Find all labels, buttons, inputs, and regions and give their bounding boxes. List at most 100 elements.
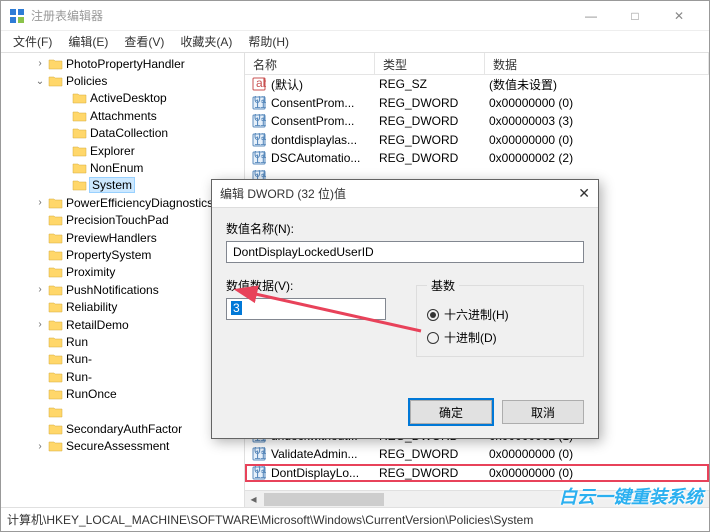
expand-icon[interactable]: › (33, 197, 47, 208)
col-type[interactable]: 类型 (375, 53, 485, 74)
col-name[interactable]: 名称 (245, 53, 375, 74)
svg-text:110: 110 (254, 134, 266, 147)
tree-label: RetailDemo (66, 318, 129, 332)
tree-label: Run (66, 335, 88, 349)
expand-icon[interactable]: ⌄ (33, 76, 47, 87)
folder-icon (47, 266, 63, 279)
radio-hex[interactable]: 十六进制(H) (427, 306, 573, 323)
tree-item[interactable]: Run- (1, 368, 244, 385)
col-data[interactable]: 数据 (485, 53, 709, 74)
svg-text:110: 110 (254, 448, 266, 461)
tree-label: PhotoPropertyHandler (66, 57, 185, 71)
tree-label: Attachments (90, 109, 157, 123)
tree-label: PowerEfficiencyDiagnostics (66, 196, 213, 210)
base-fieldset: 基数 十六进制(H) 十进制(D) (416, 277, 584, 357)
window-title: 注册表编辑器 (31, 7, 569, 24)
tree-item[interactable]: RunOnce (1, 385, 244, 402)
folder-icon (47, 248, 63, 261)
menu-favorites[interactable]: 收藏夹(A) (174, 31, 238, 52)
value-data: 0x00000002 (2) (489, 151, 709, 165)
tree-item[interactable]: ActiveDesktop (1, 90, 244, 107)
tree-label: Run- (66, 370, 92, 384)
value-data-input[interactable]: 3 (226, 298, 386, 320)
expand-icon[interactable]: › (33, 284, 47, 295)
ok-button[interactable]: 确定 (410, 400, 492, 424)
tree-item[interactable]: › RetailDemo (1, 316, 244, 333)
tree-label: PushNotifications (66, 283, 159, 297)
menu-edit[interactable]: 编辑(E) (62, 31, 114, 52)
tree-item[interactable]: PropertySystem (1, 246, 244, 263)
menu-bar: 文件(F) 编辑(E) 查看(V) 收藏夹(A) 帮助(H) (1, 31, 709, 53)
tree-label: SecureAssessment (66, 439, 169, 453)
folder-icon (47, 57, 63, 70)
tree-item[interactable]: PrecisionTouchPad (1, 212, 244, 229)
minimize-button[interactable]: — (569, 2, 613, 30)
tree-label: SecondaryAuthFactor (66, 422, 182, 436)
svg-text:ab: ab (256, 77, 266, 90)
tree-item[interactable]: DataCollection (1, 125, 244, 142)
menu-help[interactable]: 帮助(H) (242, 31, 295, 52)
list-row[interactable]: 011110DontDisplayLo...REG_DWORD0x0000000… (245, 464, 709, 483)
scroll-thumb[interactable] (264, 493, 384, 506)
tree-item[interactable]: › PhotoPropertyHandler (1, 55, 244, 72)
svg-text:110: 110 (254, 97, 266, 110)
tree-item[interactable]: PreviewHandlers (1, 229, 244, 246)
folder-icon (47, 214, 63, 227)
value-data: 0x00000000 (0) (489, 96, 709, 110)
expand-icon[interactable]: › (33, 319, 47, 330)
value-name: ConsentProm... (269, 96, 379, 110)
folder-icon (47, 75, 63, 88)
list-row[interactable]: 011110ConsentProm...REG_DWORD0x00000000 … (245, 94, 709, 113)
list-row[interactable]: 011110DSCAutomatio...REG_DWORD0x00000002… (245, 149, 709, 168)
tree-item[interactable]: › SecureAssessment (1, 438, 244, 455)
tree-label: PreviewHandlers (66, 231, 157, 245)
close-button[interactable]: ✕ (657, 2, 701, 30)
value-type: REG_DWORD (379, 466, 489, 480)
radio-icon (427, 309, 439, 321)
maximize-button[interactable]: □ (613, 2, 657, 30)
menu-file[interactable]: 文件(F) (7, 31, 58, 52)
tree-label: Policies (66, 74, 107, 88)
list-row[interactable]: 011110ConsentProm...REG_DWORD0x00000003 … (245, 112, 709, 131)
folder-icon (71, 162, 87, 175)
tree-item[interactable]: Proximity (1, 264, 244, 281)
value-name: dontdisplaylas... (269, 133, 379, 147)
list-row[interactable]: 011110ValidateAdmin...REG_DWORD0x0000000… (245, 445, 709, 464)
value-name-input[interactable] (226, 241, 584, 263)
tree-item[interactable] (1, 403, 244, 420)
folder-icon (47, 422, 63, 435)
binary-icon: 011110 (249, 133, 269, 147)
dialog-close-button[interactable]: ✕ (560, 185, 590, 202)
edit-dword-dialog: 编辑 DWORD (32 位)值 ✕ 数值名称(N): 数值数据(V): 3 基… (211, 179, 599, 439)
tree-item[interactable]: SecondaryAuthFactor (1, 420, 244, 437)
tree-item[interactable]: System (1, 177, 244, 194)
binary-icon: 011110 (249, 151, 269, 165)
list-row[interactable]: ab(默认)REG_SZ(数值未设置) (245, 75, 709, 94)
title-bar: 注册表编辑器 — □ ✕ (1, 1, 709, 31)
base-label: 基数 (427, 277, 459, 294)
tree-item[interactable]: Run (1, 333, 244, 350)
value-type: REG_SZ (379, 77, 489, 91)
expand-icon[interactable]: › (33, 58, 47, 69)
tree-item[interactable]: Run- (1, 351, 244, 368)
registry-tree[interactable]: › PhotoPropertyHandler ⌄ Policies ActiveDesk… (1, 53, 245, 507)
tree-item[interactable]: Explorer (1, 142, 244, 159)
radio-dec[interactable]: 十进制(D) (427, 329, 573, 346)
folder-icon (47, 301, 63, 314)
folder-icon (47, 440, 63, 453)
dialog-title-bar[interactable]: 编辑 DWORD (32 位)值 ✕ (212, 180, 598, 208)
tree-item[interactable]: › PowerEfficiencyDiagnostics (1, 194, 244, 211)
folder-icon (47, 370, 63, 383)
list-row[interactable]: 011110dontdisplaylas...REG_DWORD0x000000… (245, 131, 709, 150)
tree-item[interactable]: NonEnum (1, 159, 244, 176)
value-data: (数值未设置) (489, 76, 709, 93)
tree-item[interactable]: › PushNotifications (1, 281, 244, 298)
tree-label: Run- (66, 352, 92, 366)
tree-item[interactable]: ⌄ Policies (1, 72, 244, 89)
expand-icon[interactable]: › (33, 441, 47, 452)
cancel-button[interactable]: 取消 (502, 400, 584, 424)
scroll-left-icon[interactable]: ◂ (245, 491, 262, 507)
tree-item[interactable]: Attachments (1, 107, 244, 124)
tree-item[interactable]: Reliability (1, 298, 244, 315)
menu-view[interactable]: 查看(V) (118, 31, 170, 52)
